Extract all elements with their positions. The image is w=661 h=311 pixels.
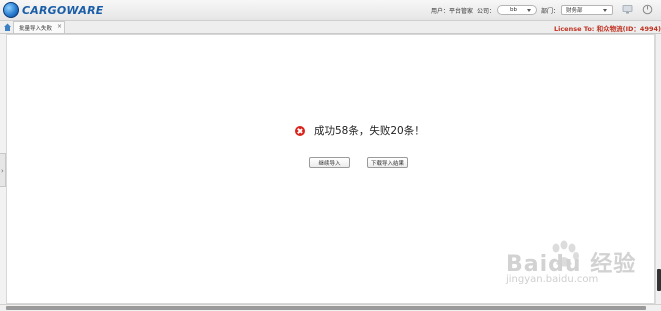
globe-logo-icon xyxy=(3,2,19,18)
company-field: 公司： bb xyxy=(477,3,538,17)
dept-label: 部门： xyxy=(541,7,560,15)
horizontal-scroll-thumb[interactable] xyxy=(6,306,646,310)
close-icon[interactable]: × xyxy=(57,23,62,30)
app-header: CARGOWARE 用户： 平台管家 公司： bb 部门： 财务部 xyxy=(0,0,661,21)
company-select-value: bb xyxy=(510,7,517,13)
user-name: 平台管家 xyxy=(449,7,474,15)
watermark-url: jingyan.baidu.com xyxy=(506,274,599,285)
result-text: 成功58条，失败20条！ xyxy=(314,125,425,137)
result-message: 成功58条，失败20条！ xyxy=(295,123,425,138)
error-icon xyxy=(295,125,305,136)
vertical-scroll-thumb[interactable] xyxy=(657,269,661,291)
chevron-down-icon xyxy=(603,9,608,12)
tab-label: 批量导入失败 xyxy=(19,26,53,32)
user-info: 用户： 平台管家 xyxy=(431,3,473,17)
app-logo: CARGOWARE xyxy=(3,2,103,18)
chevron-down-icon xyxy=(527,9,532,12)
company-select[interactable]: bb xyxy=(497,5,538,15)
tab-bar: 批量导入失败 × License To: 和众物流(ID：4994) xyxy=(0,21,661,34)
watermark: Baidu 经验 jingyan.baidu.com xyxy=(506,246,636,285)
chevron-right-icon: › xyxy=(1,167,4,175)
vertical-scrollbar[interactable] xyxy=(655,34,661,304)
download-result-button[interactable]: 下载导入结果 xyxy=(367,157,408,168)
dept-select-value: 财务部 xyxy=(566,8,583,14)
home-icon[interactable] xyxy=(3,22,12,32)
monitor-icon[interactable] xyxy=(622,4,633,15)
dept-field: 部门： 财务部 xyxy=(541,3,614,17)
power-icon[interactable] xyxy=(642,4,653,15)
horizontal-scrollbar[interactable] xyxy=(0,304,661,311)
company-label: 公司： xyxy=(477,7,496,15)
brand-name: CARGOWARE xyxy=(22,3,104,17)
user-label: 用户： xyxy=(431,7,450,15)
continue-import-button[interactable]: 继续导入 xyxy=(309,157,350,168)
dept-select[interactable]: 财务部 xyxy=(561,5,614,15)
license-text: License To: 和众物流(ID：4994) xyxy=(553,25,661,33)
tab-import-failed[interactable]: 批量导入失败 × xyxy=(13,21,65,33)
